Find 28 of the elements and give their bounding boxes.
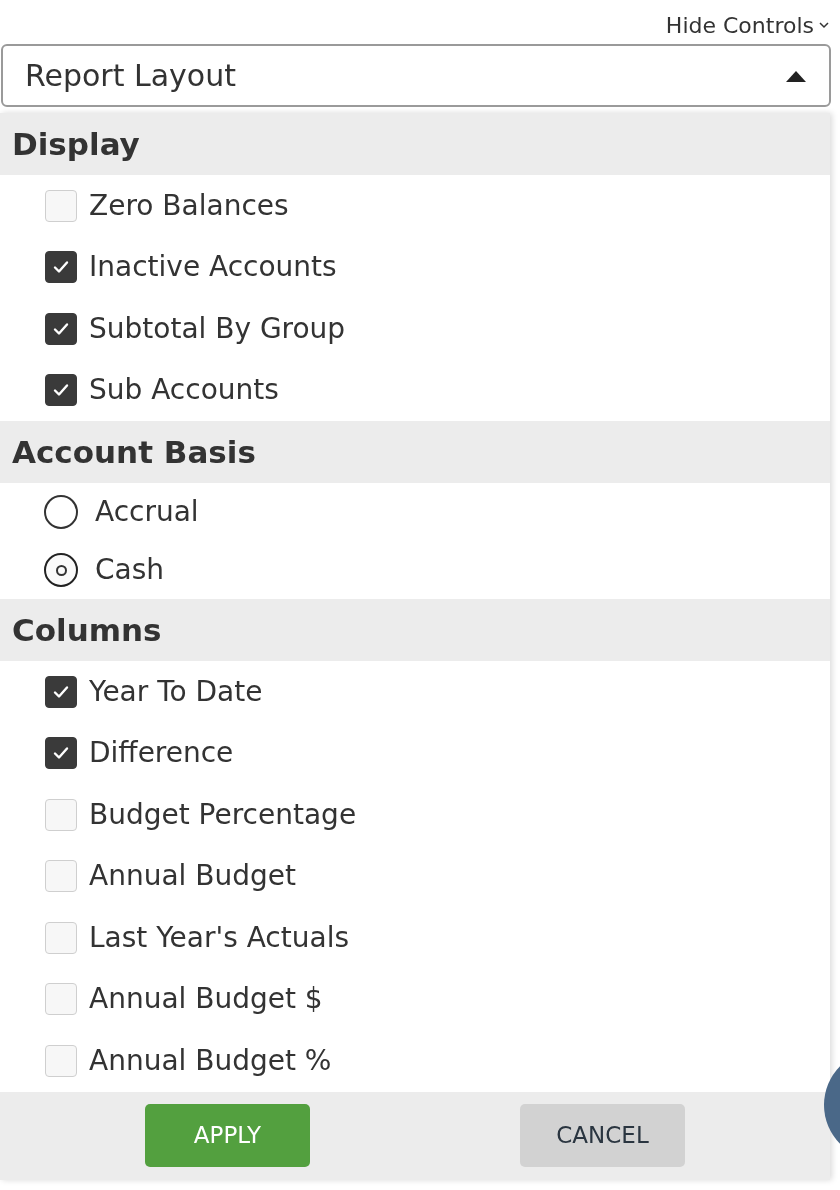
checkbox[interactable]: [45, 737, 77, 770]
checkbox[interactable]: [45, 675, 77, 708]
checkbox-label: Budget Percentage: [89, 796, 357, 833]
section-header: Display: [0, 113, 830, 175]
checkbox-label: Sub Accounts: [89, 372, 279, 409]
caret-up-icon: [785, 69, 807, 82]
checkbox-label: Subtotal By Group: [89, 310, 346, 347]
checkbox-label: Annual Budget: [89, 858, 296, 895]
checkbox-label: Inactive Accounts: [89, 249, 337, 286]
checkbox-label: Zero Balances: [89, 187, 289, 224]
cancel-button[interactable]: CANCEL: [520, 1104, 685, 1167]
radio-label: Cash: [95, 552, 165, 588]
chevron-down-icon: [818, 19, 830, 31]
checkbox[interactable]: [45, 251, 77, 284]
checkbox-label: Year To Date: [89, 673, 263, 710]
checkbox-label: Last Year's Actuals: [89, 919, 349, 956]
hide-controls-toggle[interactable]: Hide Controls: [665, 6, 830, 44]
radio-label: Accrual: [95, 494, 199, 530]
report-layout-dropdown[interactable]: Report Layout: [1, 44, 831, 107]
checkbox[interactable]: [45, 374, 77, 407]
checkbox-label: Annual Budget $: [89, 981, 323, 1018]
section-header: Account Basis: [0, 421, 830, 483]
checkbox[interactable]: [45, 312, 77, 345]
radio-button[interactable]: [44, 495, 78, 529]
checkbox-label: Difference: [89, 735, 234, 772]
section-header: Columns: [0, 599, 830, 661]
radio-button[interactable]: [44, 553, 78, 587]
checkbox-label: Annual Budget %: [89, 1042, 332, 1079]
